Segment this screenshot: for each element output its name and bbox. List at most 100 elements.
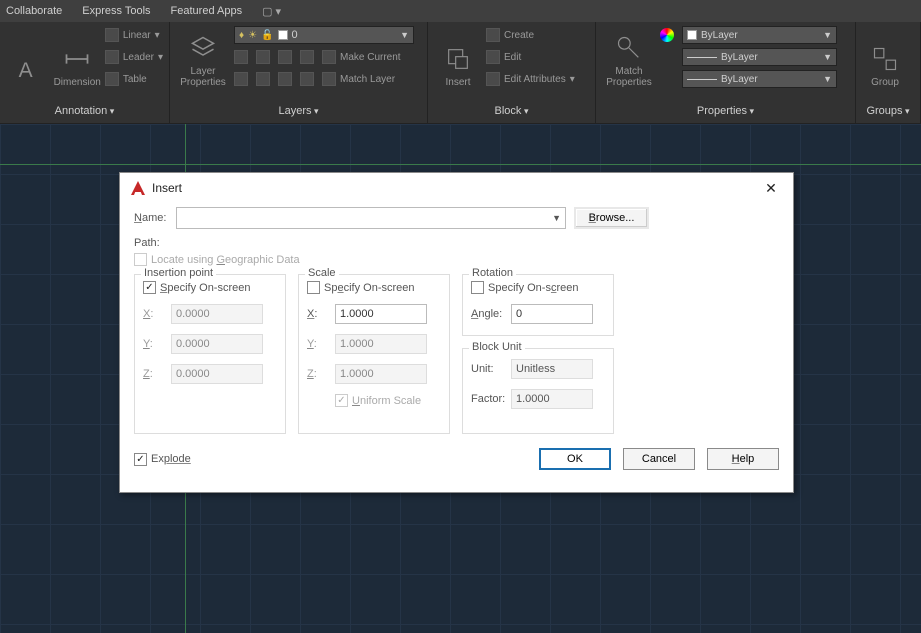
layer-mini-1[interactable] xyxy=(234,48,252,66)
ins-z-input xyxy=(171,364,263,384)
edit-attributes-button[interactable]: Edit Attributes ▾ xyxy=(486,70,575,88)
color-swatch xyxy=(278,30,288,40)
panel-groups-footer[interactable]: Groups xyxy=(866,105,909,117)
table-button[interactable]: Table xyxy=(105,70,163,88)
dialog-title: Insert xyxy=(152,181,182,195)
insertion-point-title: Insertion point xyxy=(141,267,216,279)
make-current-icon xyxy=(322,50,336,64)
ins-x-input xyxy=(171,304,263,324)
name-combobox[interactable]: ▼ xyxy=(176,207,566,229)
insert-block-button[interactable]: Insert xyxy=(434,26,482,88)
menu-tray-icon[interactable]: ▢ ▾ xyxy=(262,5,281,18)
dimension-label: Dimension xyxy=(54,77,101,88)
uniform-scale-label: Uniform Scale xyxy=(352,395,421,407)
layer-mini-2[interactable] xyxy=(256,48,274,66)
menu-featured-apps[interactable]: Featured Apps xyxy=(171,5,243,17)
angle-input[interactable] xyxy=(511,304,593,324)
scale-specify-label: Specify On-screen xyxy=(324,282,415,294)
block-unit-title: Block Unit xyxy=(469,341,525,353)
create-icon xyxy=(486,28,500,42)
group-icon xyxy=(871,45,899,73)
chevron-down-icon: ▼ xyxy=(400,30,409,40)
ins-y-input xyxy=(171,334,263,354)
ribbon: A Dimension Linear ▾ Leader ▾ Table Anno… xyxy=(0,22,921,124)
edit-attributes-icon xyxy=(486,72,500,86)
panel-layers: Layer Properties ♦ ☀ 🔓 0 ▼ Make Current xyxy=(170,22,428,123)
scale-group: Scale Specify On-screen X: Y: Z: Uniform… xyxy=(298,274,450,434)
match-properties-button[interactable]: Match Properties xyxy=(602,26,656,88)
make-current-button[interactable]: Make Current xyxy=(322,48,401,66)
panel-annotation: A Dimension Linear ▾ Leader ▾ Table Anno… xyxy=(0,22,170,123)
insertion-point-group: Insertion point Specify On-screen X: Y: … xyxy=(134,274,286,434)
lock-icon: 🔓 xyxy=(261,30,273,41)
unit-label: Unit: xyxy=(471,363,511,375)
layer-mini-3[interactable] xyxy=(278,48,296,66)
scale-y-input xyxy=(335,334,427,354)
match-properties-icon xyxy=(615,34,643,62)
autocad-logo-icon xyxy=(130,180,146,196)
scale-x-input[interactable] xyxy=(335,304,427,324)
insert-label: Insert xyxy=(445,77,470,88)
leader-icon xyxy=(105,50,119,64)
ok-button[interactable]: OK xyxy=(539,448,611,470)
cancel-button[interactable]: Cancel xyxy=(623,448,695,470)
menubar: Collaborate Express Tools Featured Apps … xyxy=(0,0,921,22)
path-label: Path: xyxy=(134,237,176,249)
menu-collaborate[interactable]: Collaborate xyxy=(6,5,62,17)
layer-mini-6[interactable] xyxy=(256,70,274,88)
scale-x-label: X: xyxy=(307,308,335,320)
linear-button[interactable]: Linear ▾ xyxy=(105,26,163,44)
panel-properties-footer[interactable]: Properties xyxy=(697,105,754,117)
panel-annotation-footer[interactable]: Annotation xyxy=(55,105,115,117)
dialog-titlebar[interactable]: Insert ✕ xyxy=(120,173,793,203)
sun-icon: ☀ xyxy=(248,30,257,41)
panel-groups: Group Groups xyxy=(856,22,921,123)
text-button[interactable]: A xyxy=(6,26,50,88)
scale-specify-checkbox[interactable] xyxy=(307,281,320,294)
scale-z-label: Z: xyxy=(307,368,335,380)
color-wheel-icon[interactable] xyxy=(660,28,674,42)
group-label: Group xyxy=(871,77,899,88)
lineweight-dropdown[interactable]: ByLayer▼ xyxy=(682,70,837,88)
dimension-button[interactable]: Dimension xyxy=(54,26,101,88)
layer-dropdown[interactable]: ♦ ☀ 🔓 0 ▼ xyxy=(234,26,414,44)
ins-z-label: Z: xyxy=(143,368,171,380)
leader-button[interactable]: Leader ▾ xyxy=(105,48,163,66)
layer-mini-4[interactable] xyxy=(300,48,318,66)
factor-input xyxy=(511,389,593,409)
scale-y-label: Y: xyxy=(307,338,335,350)
close-button[interactable]: ✕ xyxy=(759,180,783,197)
scale-title: Scale xyxy=(305,267,339,279)
linear-icon xyxy=(105,28,119,42)
layer-properties-button[interactable]: Layer Properties xyxy=(176,26,230,88)
create-block-button[interactable]: Create xyxy=(486,26,575,44)
edit-block-button[interactable]: Edit xyxy=(486,48,575,66)
factor-label: Factor: xyxy=(471,393,511,405)
chevron-down-icon: ▼ xyxy=(552,213,561,223)
dimension-icon xyxy=(63,45,91,73)
panel-block-footer[interactable]: Block xyxy=(495,105,529,117)
panel-layers-footer[interactable]: Layers xyxy=(278,105,318,117)
name-label: Name: xyxy=(134,212,176,224)
help-button[interactable]: Help xyxy=(707,448,779,470)
browse-button[interactable]: Browse... xyxy=(574,207,649,229)
scale-z-input xyxy=(335,364,427,384)
angle-label: Angle: xyxy=(471,308,511,320)
group-button[interactable]: Group xyxy=(862,26,908,88)
layer-mini-8[interactable] xyxy=(300,70,318,88)
panel-block: Insert Create Edit Edit Attributes ▾ Blo… xyxy=(428,22,596,123)
rotation-specify-checkbox[interactable] xyxy=(471,281,484,294)
rotation-specify-label: Specify On-screen xyxy=(488,282,579,294)
svg-text:A: A xyxy=(18,59,32,82)
menu-express-tools[interactable]: Express Tools xyxy=(82,5,150,17)
insert-icon xyxy=(444,45,472,73)
linetype-dropdown[interactable]: ByLayer▼ xyxy=(682,48,837,66)
explode-checkbox[interactable] xyxy=(134,453,147,466)
layer-mini-7[interactable] xyxy=(278,70,296,88)
color-dropdown[interactable]: ByLayer▼ xyxy=(682,26,837,44)
layer-mini-5[interactable] xyxy=(234,70,252,88)
block-unit-group: Block Unit Unit: Factor: xyxy=(462,348,614,434)
insertion-specify-checkbox[interactable] xyxy=(143,281,156,294)
match-layer-button[interactable]: Match Layer xyxy=(322,70,395,88)
crosshair-horizontal xyxy=(0,164,921,165)
